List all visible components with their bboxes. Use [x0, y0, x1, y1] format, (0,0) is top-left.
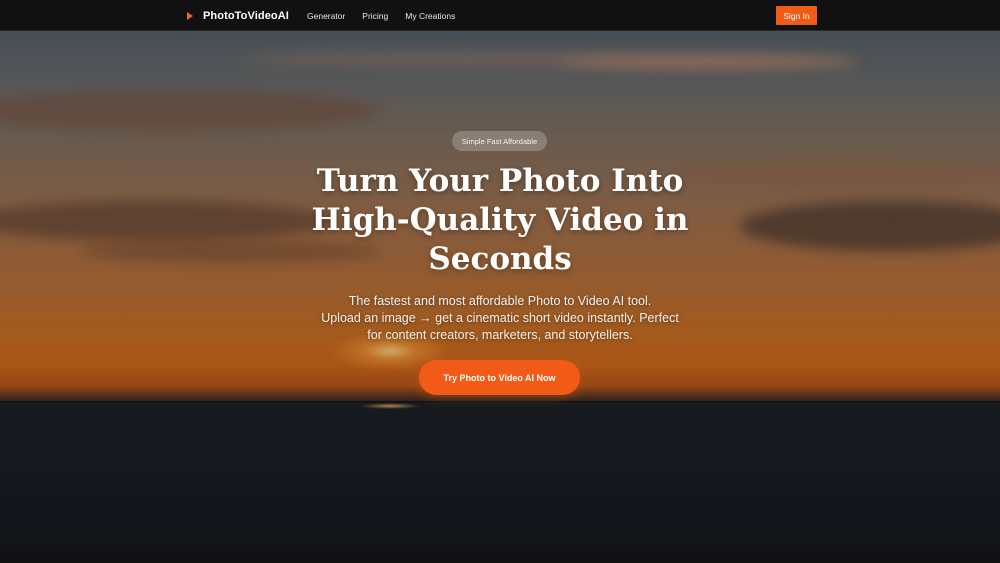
nav-link-my-creations[interactable]: My Creations	[405, 11, 455, 21]
hero-subtitle-line: Upload an image → get a cinematic short …	[321, 311, 679, 325]
hero-title-line: Turn Your Photo Into	[316, 163, 684, 199]
page-bottom-strip	[0, 553, 1000, 563]
hero-subtitle-line: The fastest and most affordable Photo to…	[348, 294, 652, 308]
play-icon	[187, 11, 193, 20]
hero-subtitle-line: for content creators, marketers, and sto…	[367, 328, 633, 342]
brand-name: PhotoToVideoAI	[203, 9, 289, 22]
brand-logo[interactable]: PhotoToVideoAI	[187, 0, 289, 31]
hero-title-line: Seconds	[428, 241, 572, 277]
tagline-badge: Simple Fast Affordable	[452, 131, 547, 151]
nav-link-pricing[interactable]: Pricing	[362, 11, 388, 21]
hero-title: Turn Your Photo Into High-Quality Video …	[250, 162, 750, 279]
hero-background	[0, 31, 1000, 553]
hero-overlay	[0, 31, 1000, 553]
nav-links: Generator Pricing My Creations	[307, 0, 472, 31]
top-navbar: PhotoToVideoAI Generator Pricing My Crea…	[0, 0, 1000, 31]
hero-subtitle: The fastest and most affordable Photo to…	[300, 293, 700, 344]
try-now-button[interactable]: Try Photo to Video AI Now	[419, 360, 580, 395]
nav-link-generator[interactable]: Generator	[307, 11, 345, 21]
hero-title-line: High-Quality Video in	[311, 202, 689, 238]
sign-in-button[interactable]: Sign In	[776, 6, 817, 25]
